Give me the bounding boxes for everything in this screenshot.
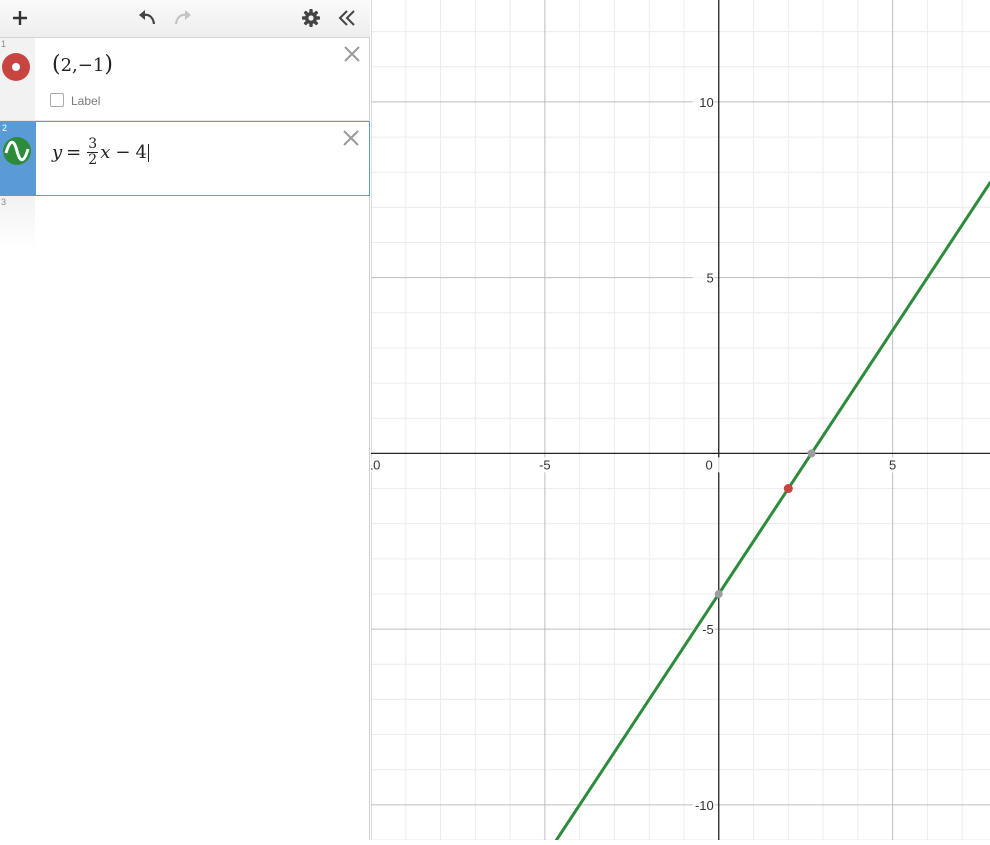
- point-x-value: 2: [60, 55, 73, 76]
- undo-icon: [139, 10, 156, 25]
- open-paren: (: [52, 52, 61, 77]
- graph-line: [554, 181, 990, 842]
- intercept-point: [714, 589, 723, 598]
- x-tick-label: 0: [706, 457, 713, 472]
- text-cursor: [147, 143, 149, 162]
- point-y-value: −1: [77, 55, 105, 76]
- plus-icon: [13, 11, 27, 25]
- point-expression-input[interactable]: (2,−1): [52, 52, 113, 77]
- y-tick-label: -10: [695, 798, 714, 813]
- y-tick-label: 10: [699, 95, 713, 110]
- expression-number: 3: [1, 197, 7, 207]
- fraction: 3 2: [87, 136, 99, 168]
- line-expression-input[interactable]: y = 3 2 x − 4: [52, 137, 149, 168]
- point-style-icon[interactable]: [2, 53, 30, 81]
- expression-gutter: 2: [1, 122, 36, 195]
- expression-toolbar: [0, 0, 370, 38]
- redo-icon: [174, 10, 191, 25]
- plotted-point: [783, 484, 793, 494]
- redo-button[interactable]: [167, 2, 199, 34]
- wave-icon: [4, 140, 30, 162]
- x-tick-label: -10: [371, 457, 380, 472]
- fraction-denominator: 2: [88, 152, 98, 168]
- y-tick-label: 5: [707, 271, 714, 286]
- label-checkbox-text: Label: [71, 94, 101, 108]
- x-tick-label: -5: [539, 457, 551, 472]
- lhs-variable: y: [52, 142, 63, 163]
- undo-button[interactable]: [131, 2, 163, 34]
- expression-item-line[interactable]: 2 y = 3 2 x − 4: [0, 121, 370, 196]
- collapse-panel-button[interactable]: [331, 2, 363, 34]
- expression-number: 1: [1, 39, 7, 49]
- label-checkbox[interactable]: [50, 93, 64, 107]
- x-tick-label: 5: [889, 457, 896, 472]
- y-tick-label: -5: [702, 622, 714, 637]
- expression-item-point[interactable]: 1 (2,−1) Label: [0, 38, 370, 121]
- gear-icon: [302, 9, 320, 27]
- x-variable: x: [100, 142, 111, 163]
- close-icon[interactable]: [341, 128, 361, 148]
- add-item-button[interactable]: [4, 2, 36, 34]
- intercept-point: [807, 449, 816, 458]
- expression-item-empty[interactable]: 3: [0, 196, 35, 250]
- expression-number: 2: [2, 123, 8, 133]
- constant-term: 4: [135, 142, 147, 163]
- line-style-icon[interactable]: [3, 137, 31, 165]
- close-paren: ): [104, 52, 113, 77]
- settings-button[interactable]: [295, 2, 327, 34]
- fraction-numerator: 3: [88, 136, 98, 152]
- expression-gutter: 1: [0, 38, 35, 120]
- double-chevron-left-icon: [338, 10, 355, 26]
- graph-svg[interactable]: -10 -5 0 5 10 5 -5 -10: [359, 0, 990, 842]
- minus-sign: −: [115, 142, 131, 163]
- expression-list-panel: 1 (2,−1) Label 2 y = 3 2 x − 4 3: [0, 0, 370, 840]
- graph-canvas[interactable]: -10 -5 0 5 10 5 -5 -10: [359, 0, 990, 842]
- equals-sign: =: [66, 142, 82, 163]
- close-icon[interactable]: [342, 44, 362, 64]
